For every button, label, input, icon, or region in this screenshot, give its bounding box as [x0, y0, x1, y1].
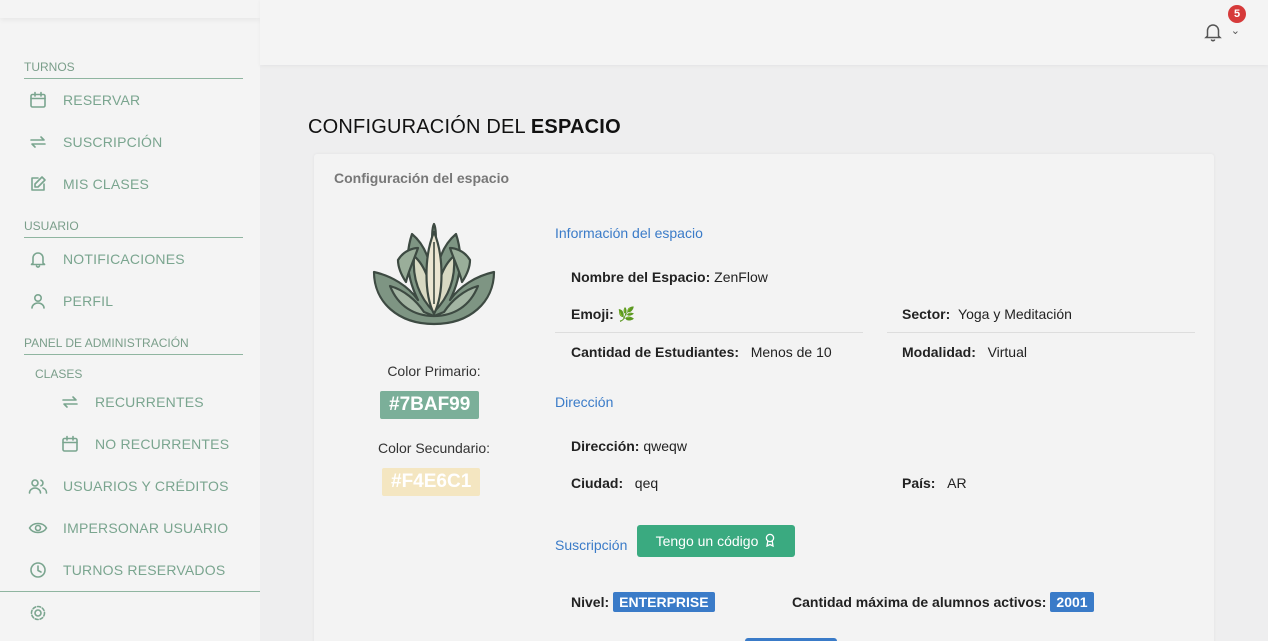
sidebar-item-label: MIS CLASES: [63, 176, 150, 192]
repeat-icon: [60, 392, 80, 412]
city-row: Ciudad: qeq: [571, 475, 658, 491]
modality-row: Modalidad: Virtual: [902, 344, 1027, 360]
city-value: qeq: [634, 475, 659, 491]
city-label: Ciudad:: [571, 475, 624, 491]
sidebar-item-usuarios-creditos[interactable]: USUARIOS Y CRÉDITOS: [0, 465, 260, 507]
clock-icon: [28, 560, 48, 580]
notifications-bell-icon[interactable]: [1204, 22, 1224, 42]
page-title-plain: CONFIGURACIÓN DEL: [308, 116, 531, 138]
user-icon: [28, 291, 48, 311]
notification-count-badge: 5: [1228, 5, 1246, 23]
top-bar: 5 ⌄: [260, 0, 1268, 65]
sidebar-item-label: SUSCRIPCIÓN: [63, 134, 163, 150]
eye-icon: [28, 518, 48, 538]
sidebar-logo-area: [0, 0, 260, 18]
have-code-button[interactable]: Tengo un código: [637, 525, 795, 557]
max-students-badge: 2001: [1050, 592, 1094, 612]
sidebar-item-label: IMPERSONAR USUARIO: [63, 520, 229, 536]
level-label: Nivel:: [571, 594, 610, 610]
gear-icon: [28, 603, 48, 623]
bell-icon: [28, 249, 48, 269]
sidebar-item-turnos-reservados[interactable]: TURNOS RESERVADOS: [0, 549, 260, 591]
have-code-label: Tengo un código: [655, 533, 759, 549]
level-badge: ENTERPRISE: [613, 592, 715, 612]
address-label: Dirección:: [571, 438, 640, 454]
space-config-card: Configuración del espacio Color Primario…: [314, 154, 1214, 641]
sector-label: Sector:: [902, 306, 951, 322]
students-label: Cantidad de Estudiantes:: [571, 344, 740, 360]
sidebar-item-label: RESERVAR: [63, 92, 141, 108]
space-name-label: Nombre del Espacio:: [571, 269, 711, 285]
sidebar-item-mis-clases[interactable]: MIS CLASES: [0, 163, 260, 205]
space-name-value: ZenFlow: [714, 269, 768, 285]
emoji-row: Emoji: 🌿: [571, 306, 635, 323]
edit-icon: [28, 174, 48, 194]
section-title-usuario: USUARIO: [24, 219, 243, 238]
sidebar-item-no-recurrentes[interactable]: NO RECURRENTES: [0, 423, 260, 465]
country-label: País:: [902, 475, 936, 491]
page-title: CONFIGURACIÓN DEL ESPACIO: [308, 116, 621, 139]
max-students-label: Cantidad máxima de alumnos activos:: [792, 594, 1047, 610]
country-row: País: AR: [902, 475, 967, 491]
emoji-value: 🌿: [617, 306, 636, 322]
sidebar: TURNOS RESERVAR SUSCRIPCIÓN MIS CLASES U…: [0, 0, 260, 641]
sidebar-item-perfil[interactable]: PERFIL: [0, 280, 260, 322]
address-value: qweqw: [643, 438, 687, 454]
address-row: Dirección: qweqw: [571, 438, 687, 454]
section-title-turnos: TURNOS: [24, 60, 243, 79]
sidebar-item-label: PERFIL: [63, 293, 114, 309]
section-title-admin: PANEL DE ADMINISTRACIÓN: [24, 336, 243, 355]
space-logo: [368, 220, 500, 330]
country-value: AR: [947, 475, 967, 491]
sidebar-item-suscripcion[interactable]: SUSCRIPCIÓN: [0, 121, 260, 163]
space-name-row: Nombre del Espacio: ZenFlow: [571, 269, 768, 285]
divider: [555, 332, 863, 333]
chevron-down-icon[interactable]: ⌄: [1231, 24, 1240, 37]
address-section-title: Dirección: [555, 394, 614, 410]
modality-label: Modalidad:: [902, 344, 976, 360]
sidebar-item-impersonar[interactable]: IMPERSONAR USUARIO: [0, 507, 260, 549]
sector-value: Yoga y Meditación: [958, 306, 1072, 322]
calendar-icon: [60, 434, 80, 454]
sidebar-item-notificaciones[interactable]: NOTIFICACIONES: [0, 238, 260, 280]
repeat-icon: [28, 132, 48, 152]
secondary-color-label: Color Secundario:: [377, 440, 491, 456]
primary-color-swatch: #7BAF99: [380, 391, 480, 419]
level-row: Nivel: ENTERPRISE: [571, 592, 715, 612]
sidebar-item-label: USUARIOS Y CRÉDITOS: [63, 478, 229, 494]
primary-color-label: Color Primario:: [387, 363, 481, 379]
sidebar-item-configuracion-partial[interactable]: [0, 591, 260, 633]
card-header: Configuración del espacio: [334, 170, 510, 186]
emoji-label: Emoji:: [571, 306, 614, 322]
page-title-bold: ESPACIO: [530, 116, 621, 138]
sidebar-item-label: NO RECURRENTES: [95, 436, 230, 452]
sidebar-item-label: NOTIFICACIONES: [63, 251, 185, 267]
sidebar-item-label: RECURRENTES: [95, 394, 204, 410]
secondary-color-swatch: #F4E6C1: [382, 468, 481, 496]
users-icon: [28, 476, 48, 496]
sector-row: Sector: Yoga y Meditación: [902, 306, 1072, 322]
sidebar-item-recurrentes[interactable]: RECURRENTES: [0, 381, 260, 423]
sidebar-item-label: TURNOS RESERVADOS: [63, 562, 226, 578]
award-icon: [764, 533, 776, 550]
sidebar-item-reservar[interactable]: RESERVAR: [0, 79, 260, 121]
students-row: Cantidad de Estudiantes: Menos de 10: [571, 344, 832, 360]
subscription-section-title: Suscripción: [555, 537, 628, 553]
divider: [887, 332, 1195, 333]
students-value: Menos de 10: [750, 344, 832, 360]
info-section-title: Información del espacio: [555, 225, 703, 241]
calendar-icon: [28, 90, 48, 110]
section-title-clases: CLASES: [35, 367, 83, 381]
modality-value: Virtual: [987, 344, 1027, 360]
max-students-row: Cantidad máxima de alumnos activos: 2001: [792, 592, 1094, 612]
